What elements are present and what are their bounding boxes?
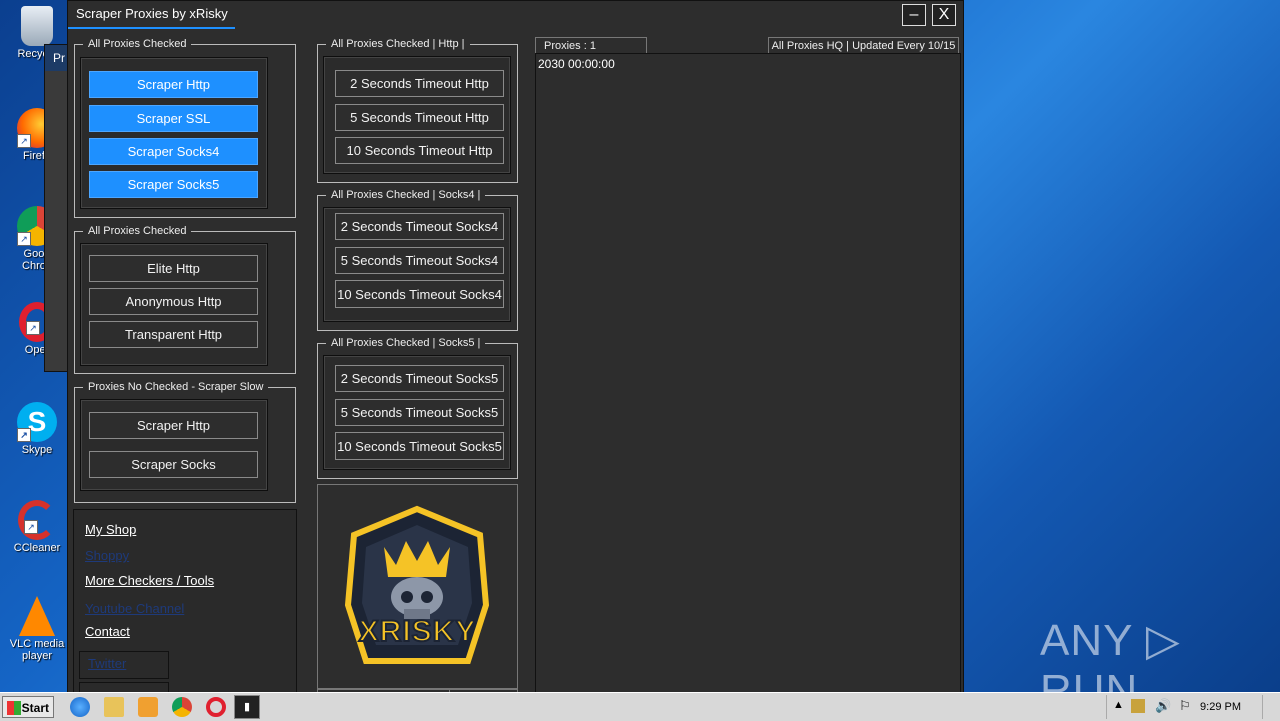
slow-scraper-socks-button[interactable]: Scraper Socks xyxy=(89,451,258,478)
start-label: Start xyxy=(21,701,49,715)
logo-text: XRISKY xyxy=(358,614,477,649)
scraper-socks4-button[interactable]: Scraper Socks4 xyxy=(89,138,258,165)
title-bar[interactable]: Scraper Proxies by xRisky – X xyxy=(68,1,963,29)
desktop-icon-label: VLC media player xyxy=(9,638,65,662)
chrome-icon[interactable] xyxy=(172,697,192,717)
anonymous-http-button[interactable]: Anonymous Http xyxy=(89,288,258,315)
clock[interactable]: 9:29 PM xyxy=(1200,701,1241,713)
scraper-ssl-button[interactable]: Scraper SSL xyxy=(89,105,258,132)
network-icon[interactable] xyxy=(1131,699,1145,713)
twitter-link[interactable]: Twitter xyxy=(88,656,126,671)
group-legend: All Proxies Checked xyxy=(83,225,192,237)
output-line: 2030 00:00:00 xyxy=(538,57,615,71)
system-tray: ▲ 🔊 ⚐ 9:29 PM xyxy=(1106,695,1277,719)
twitter-box[interactable]: Twitter xyxy=(79,651,169,679)
group-no-checked-scraper: Proxies No Checked - Scraper Slow Scrape… xyxy=(74,381,296,503)
links-panel: My Shop Shoppy More Checkers / Tools You… xyxy=(73,509,297,695)
xrisky-logo xyxy=(344,505,490,664)
my-shop-link[interactable]: My Shop xyxy=(85,522,136,537)
xrisky-app-icon[interactable]: ▮ xyxy=(234,695,260,719)
group-all-proxies-checked-http-types: All Proxies Checked Elite Http Anonymous… xyxy=(74,225,296,374)
youtube-channel-link[interactable]: Youtube Channel xyxy=(85,601,184,616)
scraper-socks5-button[interactable]: Scraper Socks5 xyxy=(89,171,258,198)
http-2s-timeout-button[interactable]: 2 Seconds Timeout Http xyxy=(335,70,504,97)
group-legend: All Proxies Checked xyxy=(83,38,192,50)
http-5s-timeout-button[interactable]: 5 Seconds Timeout Http xyxy=(335,104,504,131)
show-desktop-button[interactable] xyxy=(1262,695,1277,719)
contact-link[interactable]: Contact xyxy=(85,624,130,639)
group-legend: All Proxies Checked | Socks5 | xyxy=(326,337,486,349)
elite-http-button[interactable]: Elite Http xyxy=(89,255,258,282)
xrisky-logo-panel: XRISKY xyxy=(317,484,518,690)
recycle-bin-icon xyxy=(21,6,53,46)
socks5-5s-timeout-button[interactable]: 5 Seconds Timeout Socks5 xyxy=(335,399,504,426)
group-inner: 2 Seconds Timeout Socks5 5 Seconds Timeo… xyxy=(323,355,511,470)
shoppy-link[interactable]: Shoppy xyxy=(85,548,129,563)
ie-icon[interactable] xyxy=(70,697,90,717)
socks5-2s-timeout-button[interactable]: 2 Seconds Timeout Socks5 xyxy=(335,365,504,392)
group-socks4-timeouts: All Proxies Checked | Socks4 | 2 Seconds… xyxy=(317,189,518,331)
minimize-button[interactable]: – xyxy=(902,4,926,26)
scraper-http-button[interactable]: Scraper Http xyxy=(89,71,258,98)
explorer-icon[interactable] xyxy=(104,697,124,717)
group-inner: Elite Http Anonymous Http Transparent Ht… xyxy=(80,243,268,366)
speaker-icon[interactable]: 🔊 xyxy=(1155,698,1171,714)
group-legend: Proxies No Checked - Scraper Slow xyxy=(83,381,269,393)
socks4-5s-timeout-button[interactable]: 5 Seconds Timeout Socks4 xyxy=(335,247,504,274)
socks4-2s-timeout-button[interactable]: 2 Seconds Timeout Socks4 xyxy=(335,213,504,240)
proxy-output-textarea[interactable]: 2030 00:00:00 xyxy=(535,53,961,695)
windows-flag-icon xyxy=(7,701,21,715)
media-player-icon[interactable] xyxy=(138,697,158,717)
ccleaner-icon: ↗ xyxy=(18,500,56,540)
taskbar: Start ▮ ▲ 🔊 ⚐ 9:29 PM xyxy=(0,692,1280,721)
group-inner: 2 Seconds Timeout Socks4 5 Seconds Timeo… xyxy=(323,207,511,322)
group-inner: 2 Seconds Timeout Http 5 Seconds Timeout… xyxy=(323,56,511,174)
chevron-up-icon[interactable]: ▲ xyxy=(1113,699,1124,711)
flag-icon[interactable]: ⚐ xyxy=(1179,698,1191,714)
opera-icon[interactable] xyxy=(206,697,226,717)
start-button[interactable]: Start xyxy=(2,696,54,718)
desktop-icon-vlc[interactable]: VLC media player xyxy=(8,596,66,662)
desktop-icon-skype[interactable]: S ↗ Skype xyxy=(8,402,66,456)
close-button[interactable]: X xyxy=(932,4,956,26)
group-inner: Scraper Http Scraper Socks xyxy=(80,399,268,491)
group-legend: All Proxies Checked | Socks4 | xyxy=(326,189,486,201)
group-inner: Scraper Http Scraper SSL Scraper Socks4 … xyxy=(80,57,268,209)
vlc-icon xyxy=(19,596,55,636)
skype-icon: S ↗ xyxy=(17,402,57,442)
app-window: Scraper Proxies by xRisky – X All Proxie… xyxy=(67,0,964,695)
group-legend: All Proxies Checked | Http | xyxy=(326,38,470,50)
transparent-http-button[interactable]: Transparent Http xyxy=(89,321,258,348)
group-socks5-timeouts: All Proxies Checked | Socks5 | 2 Seconds… xyxy=(317,337,518,479)
group-all-proxies-checked: All Proxies Checked Scraper Http Scraper… xyxy=(74,38,296,218)
http-10s-timeout-button[interactable]: 10 Seconds Timeout Http xyxy=(335,137,504,164)
more-checkers-link[interactable]: More Checkers / Tools xyxy=(85,573,214,588)
window-title: Scraper Proxies by xRisky xyxy=(76,6,228,21)
socks5-10s-timeout-button[interactable]: 10 Seconds Timeout Socks5 xyxy=(335,432,504,460)
desktop-icon-label: Skype xyxy=(21,444,53,456)
slow-scraper-http-button[interactable]: Scraper Http xyxy=(89,412,258,439)
socks4-10s-timeout-button[interactable]: 10 Seconds Timeout Socks4 xyxy=(335,280,504,308)
desktop-icon-ccleaner[interactable]: ↗ CCleaner xyxy=(8,500,66,554)
desktop-icon-label: CCleaner xyxy=(13,542,61,554)
group-http-timeouts: All Proxies Checked | Http | 2 Seconds T… xyxy=(317,38,518,183)
title-underline xyxy=(68,27,235,29)
